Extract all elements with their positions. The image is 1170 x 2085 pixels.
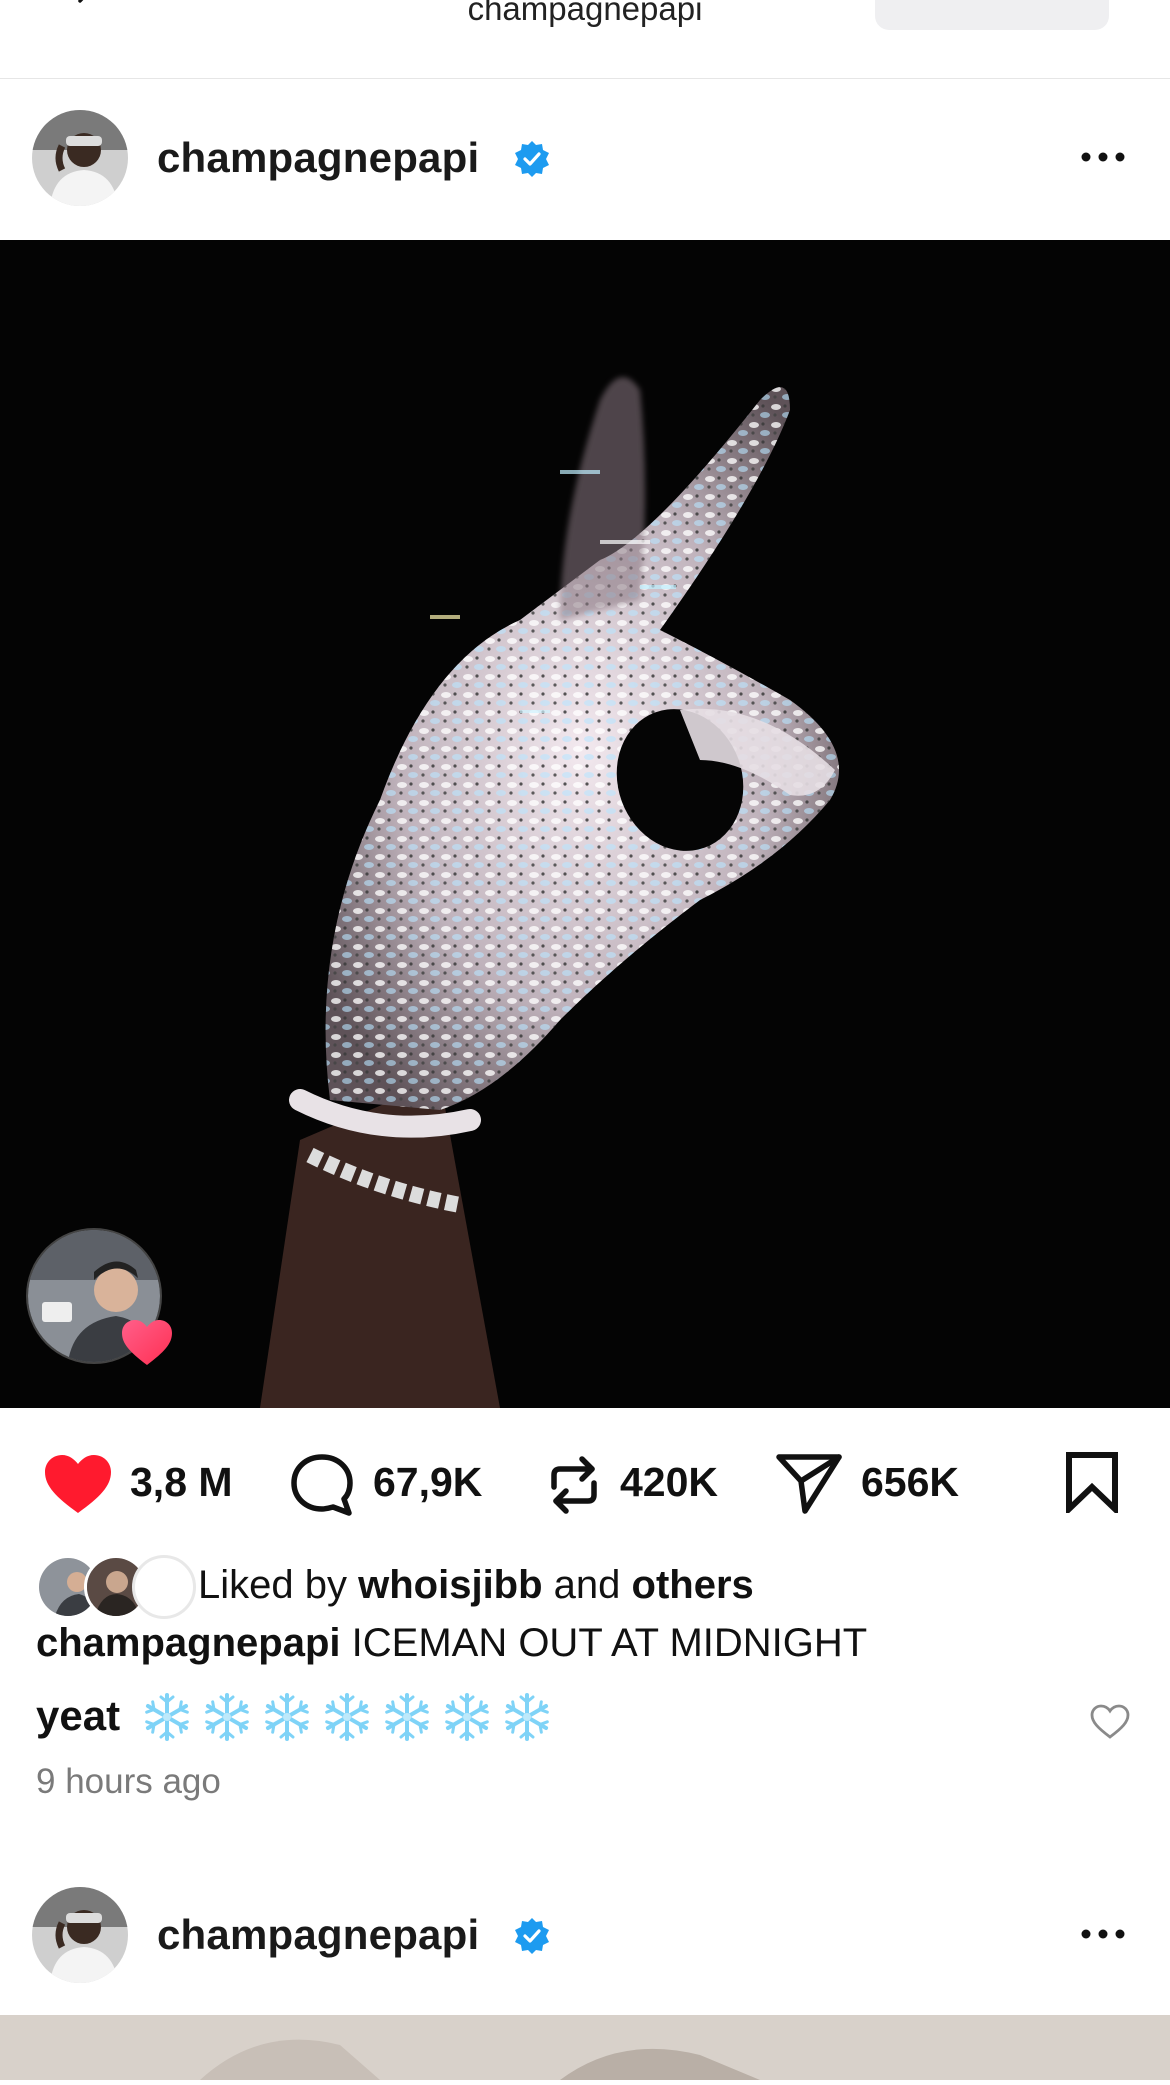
- more-options-icon[interactable]: [1076, 138, 1130, 176]
- more-options-icon[interactable]: [1076, 1915, 1130, 1953]
- bookmark-icon[interactable]: [1064, 1451, 1120, 1513]
- post-image[interactable]: [0, 2015, 1170, 2080]
- snowflake-icon: [325, 1693, 369, 1741]
- comment-heart-icon[interactable]: [1090, 1704, 1130, 1740]
- send-icon[interactable]: [775, 1451, 843, 1517]
- follow-button[interactable]: [875, 0, 1109, 30]
- like-count: 3,8 M: [130, 1459, 233, 1505]
- heart-filled-icon[interactable]: [42, 1453, 114, 1517]
- comment-bubble-icon[interactable]: [289, 1453, 355, 1517]
- repost-icon[interactable]: [542, 1453, 606, 1517]
- repost-action[interactable]: 420K: [540, 1445, 750, 1517]
- snowflake-icon: [265, 1693, 309, 1741]
- heart-badge-icon: [122, 1320, 172, 1365]
- liked-by-row[interactable]: Liked by whoisjibb and others: [36, 1555, 1136, 1619]
- snowflake-icon: [445, 1693, 489, 1741]
- post-header: champagnepapi: [0, 1855, 1170, 2015]
- top-comment[interactable]: yeat: [36, 1688, 1146, 1748]
- snowflake-icon: [205, 1693, 249, 1741]
- comment-username[interactable]: yeat: [36, 1692, 120, 1740]
- post-username[interactable]: champagnepapi: [157, 134, 479, 182]
- post-image[interactable]: [0, 240, 1170, 1408]
- verified-badge-icon: [515, 1918, 549, 1954]
- caption-username[interactable]: champagnepapi: [36, 1621, 341, 1665]
- post-caption: champagnepapi ICEMAN OUT AT MIDNIGHT: [36, 1621, 867, 1666]
- repost-count: 420K: [620, 1459, 719, 1505]
- share-count: 656K: [861, 1459, 960, 1505]
- post-timestamp: 9 hours ago: [36, 1762, 221, 1801]
- share-action[interactable]: 656K: [775, 1445, 985, 1517]
- post-username[interactable]: champagnepapi: [157, 1911, 479, 1959]
- top-bar: champagnepapi: [0, 0, 1170, 79]
- snowflake-icon: [145, 1693, 189, 1741]
- liked-by-prefix: Liked by: [198, 1563, 347, 1607]
- snowflake-icon: [505, 1693, 549, 1741]
- comment-emoji-text: [140, 1690, 560, 1746]
- comment-count: 67,9K: [373, 1459, 483, 1505]
- post-header: champagnepapi: [0, 78, 1170, 238]
- avatar[interactable]: [32, 110, 128, 206]
- like-action[interactable]: 3,8 M: [40, 1445, 250, 1517]
- post-actions: 3,8 M 67,9K 420K 656K: [0, 1445, 1170, 1517]
- liker-avatar: [132, 1555, 196, 1619]
- comment-action[interactable]: 67,9K: [285, 1445, 505, 1517]
- liked-by-user[interactable]: whoisjibb: [358, 1563, 542, 1607]
- liked-by-others[interactable]: others: [632, 1563, 754, 1607]
- liked-by-connector: and: [553, 1563, 621, 1607]
- liked-by-text: Liked by whoisjibb and others: [198, 1563, 754, 1608]
- avatar[interactable]: [32, 1887, 128, 1983]
- verified-badge-icon: [515, 141, 549, 177]
- snowflake-icon: [385, 1693, 429, 1741]
- caption-text: ICEMAN OUT AT MIDNIGHT: [351, 1621, 868, 1665]
